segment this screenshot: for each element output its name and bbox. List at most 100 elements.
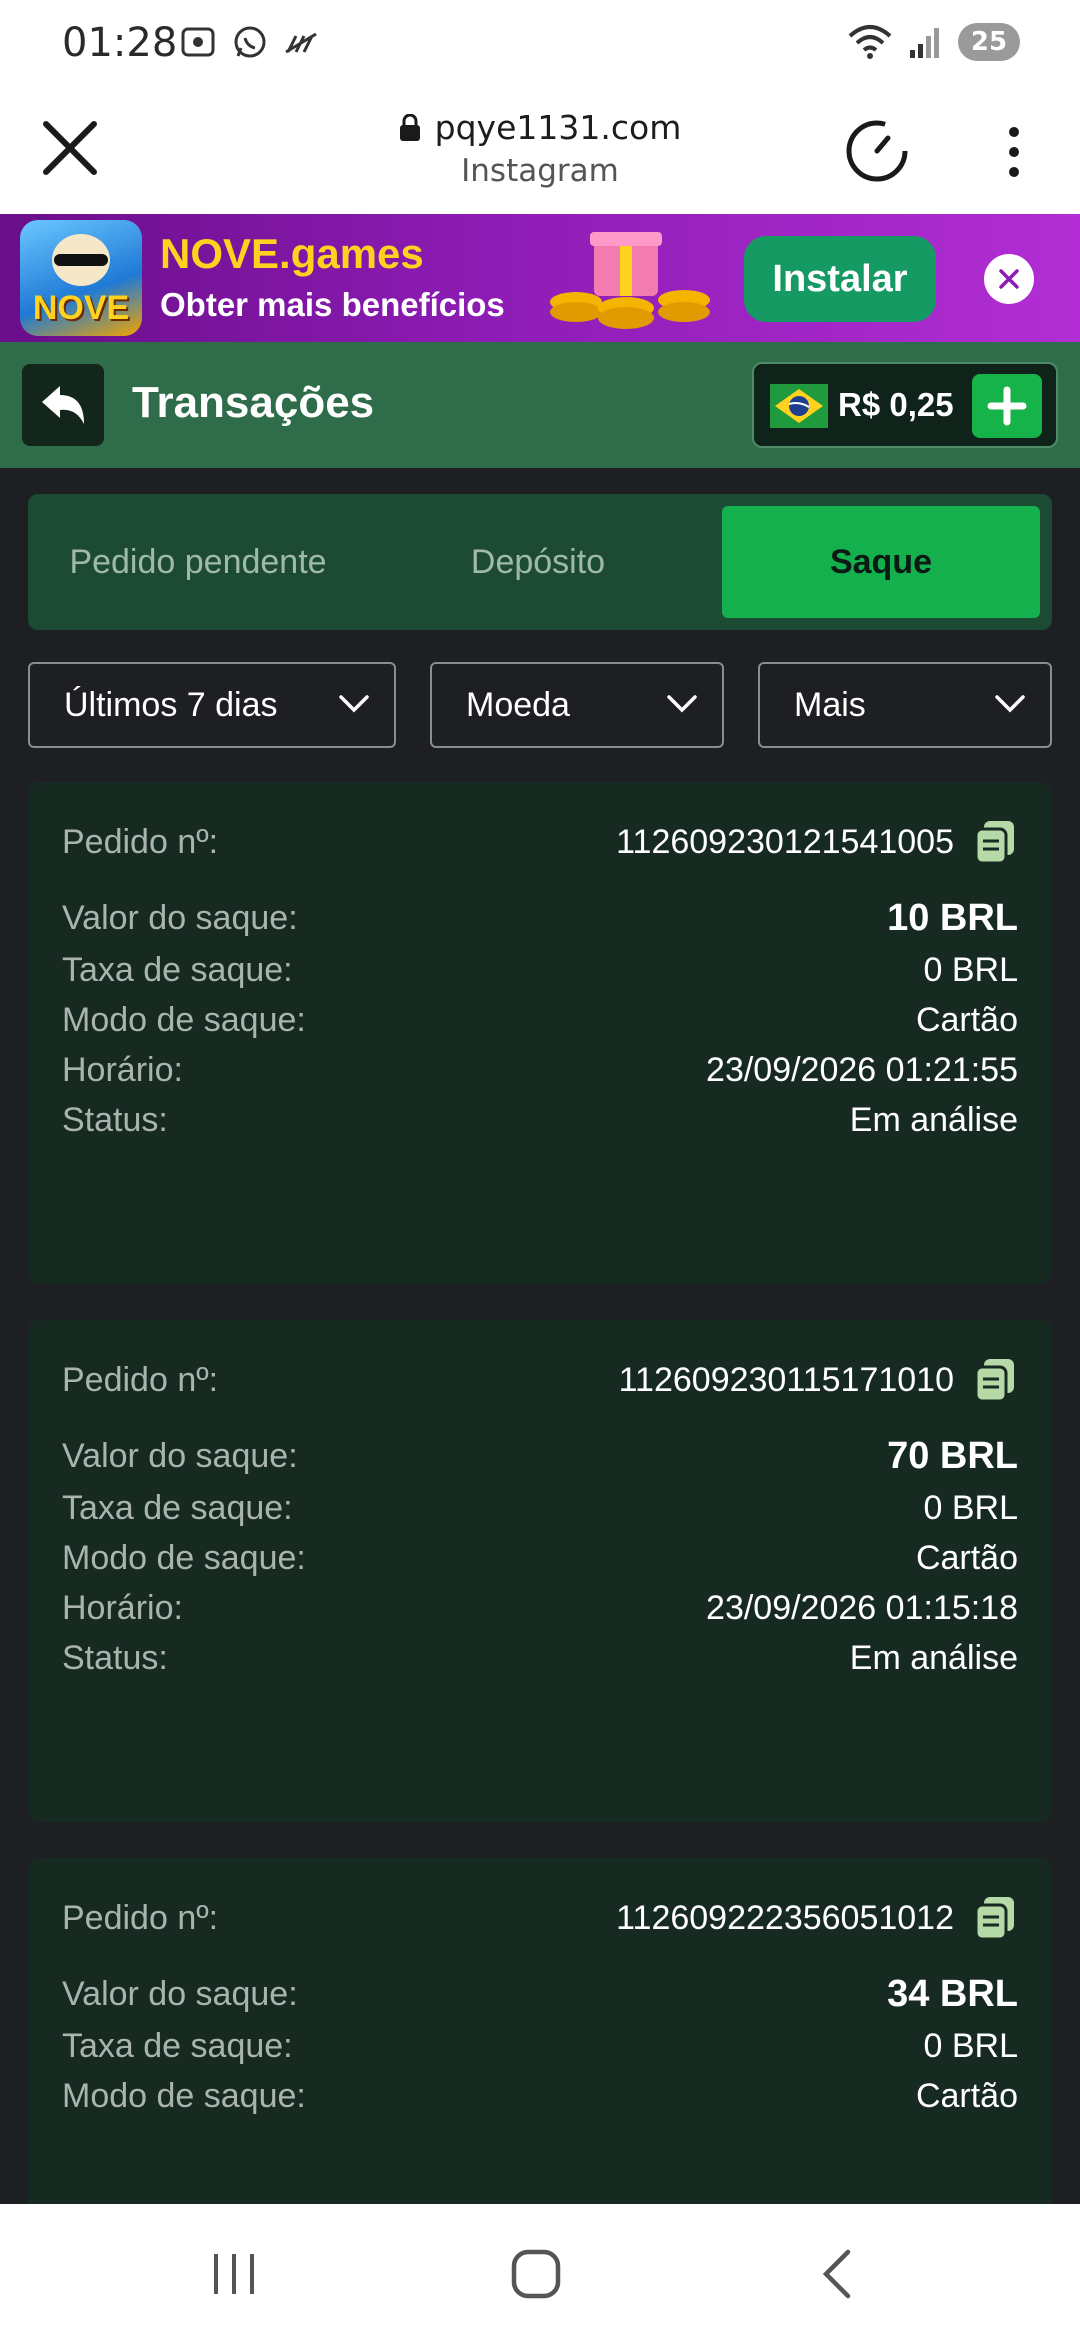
order-number: 112609230115171010 xyxy=(618,1360,954,1399)
amount-label: Valor do saque: xyxy=(62,1436,298,1475)
url-source: Instagram xyxy=(461,153,619,189)
withdrawal-time: 23/09/2026 01:21:55 xyxy=(706,1050,1018,1089)
copy-icon[interactable] xyxy=(972,1357,1018,1403)
withdrawal-time: 23/09/2026 01:15:18 xyxy=(706,1588,1018,1627)
back-arrow-icon xyxy=(42,386,84,424)
status-time: 01:28 xyxy=(62,20,178,66)
copy-icon[interactable] xyxy=(972,819,1018,865)
order-row: Pedido nº: 112609230115171010 xyxy=(62,1356,1018,1404)
more-filter-dropdown[interactable]: Mais xyxy=(758,662,1052,748)
withdrawal-amount: 34 BRL xyxy=(887,1972,1018,2015)
order-label: Pedido nº: xyxy=(62,1360,219,1399)
withdrawal-status: Em análise xyxy=(849,1100,1018,1139)
timer-icon[interactable] xyxy=(842,116,912,186)
withdrawal-amount: 70 BRL xyxy=(887,1434,1018,1477)
withdrawal-fee: 0 BRL xyxy=(923,950,1019,989)
mode-row: Modo de saque: Cartão xyxy=(62,1534,1018,1582)
amount-row: Valor do saque: 10 BRL xyxy=(62,894,1018,942)
status-bar: 01:28 25 xyxy=(0,0,1080,86)
withdrawal-mode: Cartão xyxy=(915,2076,1018,2115)
transaction-card: Pedido nº: 112609230115171010 Valor do s… xyxy=(28,1320,1052,1822)
fee-row: Taxa de saque: 0 BRL xyxy=(62,946,1018,994)
app-logo: NOVE xyxy=(20,220,142,336)
withdrawal-status: Em análise xyxy=(849,1638,1018,1677)
app-header: Transações R$ 0,25 xyxy=(0,342,1080,468)
transaction-card: Pedido nº: 112609230121541005 Valor do s… xyxy=(28,782,1052,1284)
order-number: 112609230121541005 xyxy=(616,822,954,861)
chevron-down-icon xyxy=(339,695,369,713)
gift-coins-icon xyxy=(550,232,710,329)
lock-icon xyxy=(399,113,420,141)
fee-label: Taxa de saque: xyxy=(62,1488,293,1527)
order-label: Pedido nº: xyxy=(62,1898,219,1937)
install-button[interactable]: Instalar xyxy=(744,236,936,322)
period-filter-dropdown[interactable]: Últimos 7 dias xyxy=(28,662,396,748)
amount-label: Valor do saque: xyxy=(62,898,298,937)
order-row: Pedido nº: 112609222356051012 xyxy=(62,1894,1018,1942)
mode-row: Modo de saque: Cartão xyxy=(62,2072,1018,2120)
recent-apps-icon[interactable] xyxy=(204,2244,264,2304)
currency-filter-dropdown[interactable]: Moeda xyxy=(430,662,724,748)
currency-filter-label: Moeda xyxy=(466,685,570,724)
cell-signal-icon xyxy=(910,28,939,58)
order-label: Pedido nº: xyxy=(62,822,219,861)
chevron-down-icon xyxy=(995,695,1025,713)
order-number: 112609222356051012 xyxy=(616,1898,954,1937)
signal-off-icon xyxy=(285,32,317,54)
plus-icon xyxy=(987,386,1027,426)
promo-title: NOVE.games xyxy=(160,230,424,277)
time-row: Horário: 23/09/2026 01:15:18 xyxy=(62,1584,1018,1632)
chevron-down-icon xyxy=(667,695,697,713)
tab-pending-orders[interactable]: Pedido pendente xyxy=(28,506,368,618)
dismiss-banner-button[interactable] xyxy=(984,254,1034,304)
browser-toolbar: pqye1131.com Instagram xyxy=(0,86,1080,214)
withdrawal-mode: Cartão xyxy=(915,1000,1018,1039)
screenshot-icon xyxy=(181,27,215,57)
mode-row: Modo de saque: Cartão xyxy=(62,996,1018,1044)
back-button[interactable] xyxy=(22,364,104,446)
battery-indicator: 25 xyxy=(958,23,1020,61)
status-label: Status: xyxy=(62,1100,168,1139)
time-row: Horário: 23/09/2026 01:21:55 xyxy=(62,1046,1018,1094)
status-label: Status: xyxy=(62,1638,168,1677)
url-display[interactable]: pqye1131.com xyxy=(399,108,682,147)
withdrawal-amount: 10 BRL xyxy=(887,896,1018,939)
promo-subtitle: Obter mais benefícios xyxy=(160,286,505,323)
fee-label: Taxa de saque: xyxy=(62,950,293,989)
brazil-flag-icon xyxy=(770,384,828,428)
wifi-icon xyxy=(848,25,892,59)
page-title: Transações xyxy=(132,378,375,427)
tab-withdrawal[interactable]: Saque xyxy=(722,506,1040,618)
time-label: Horário: xyxy=(62,1050,183,1089)
add-funds-button[interactable] xyxy=(972,374,1042,438)
balance-widget: R$ 0,25 xyxy=(752,362,1058,448)
fee-label: Taxa de saque: xyxy=(62,2026,293,2065)
url-text: pqye1131.com xyxy=(434,108,682,147)
mode-label: Modo de saque: xyxy=(62,1000,306,1039)
amount-row: Valor do saque: 34 BRL xyxy=(62,1970,1018,2018)
balance-amount: R$ 0,25 xyxy=(838,386,954,423)
period-filter-label: Últimos 7 dias xyxy=(64,685,278,724)
amount-row: Valor do saque: 70 BRL xyxy=(62,1432,1018,1480)
close-icon xyxy=(999,269,1019,289)
mode-label: Modo de saque: xyxy=(62,2076,306,2115)
more-options-icon[interactable] xyxy=(996,122,1032,182)
withdrawal-mode: Cartão xyxy=(915,1538,1018,1577)
withdrawal-fee: 0 BRL xyxy=(923,2026,1019,2065)
withdrawal-fee: 0 BRL xyxy=(923,1488,1019,1527)
order-row: Pedido nº: 112609230121541005 xyxy=(62,818,1018,866)
whatsapp-icon xyxy=(234,26,266,58)
mode-label: Modo de saque: xyxy=(62,1538,306,1577)
status-row: Status: Em análise xyxy=(62,1634,1018,1682)
fee-row: Taxa de saque: 0 BRL xyxy=(62,2022,1018,2070)
amount-label: Valor do saque: xyxy=(62,1974,298,2013)
back-icon[interactable] xyxy=(810,2244,870,2304)
time-label: Horário: xyxy=(62,1588,183,1627)
fee-row: Taxa de saque: 0 BRL xyxy=(62,1484,1018,1532)
promo-banner: NOVE NOVE.games Obter mais benefícios In… xyxy=(0,214,1080,342)
copy-icon[interactable] xyxy=(972,1895,1018,1941)
status-row: Status: Em análise xyxy=(62,1096,1018,1144)
home-icon[interactable] xyxy=(506,2244,566,2304)
tab-deposit[interactable]: Depósito xyxy=(368,506,708,618)
system-navigation-bar xyxy=(0,2204,1080,2340)
